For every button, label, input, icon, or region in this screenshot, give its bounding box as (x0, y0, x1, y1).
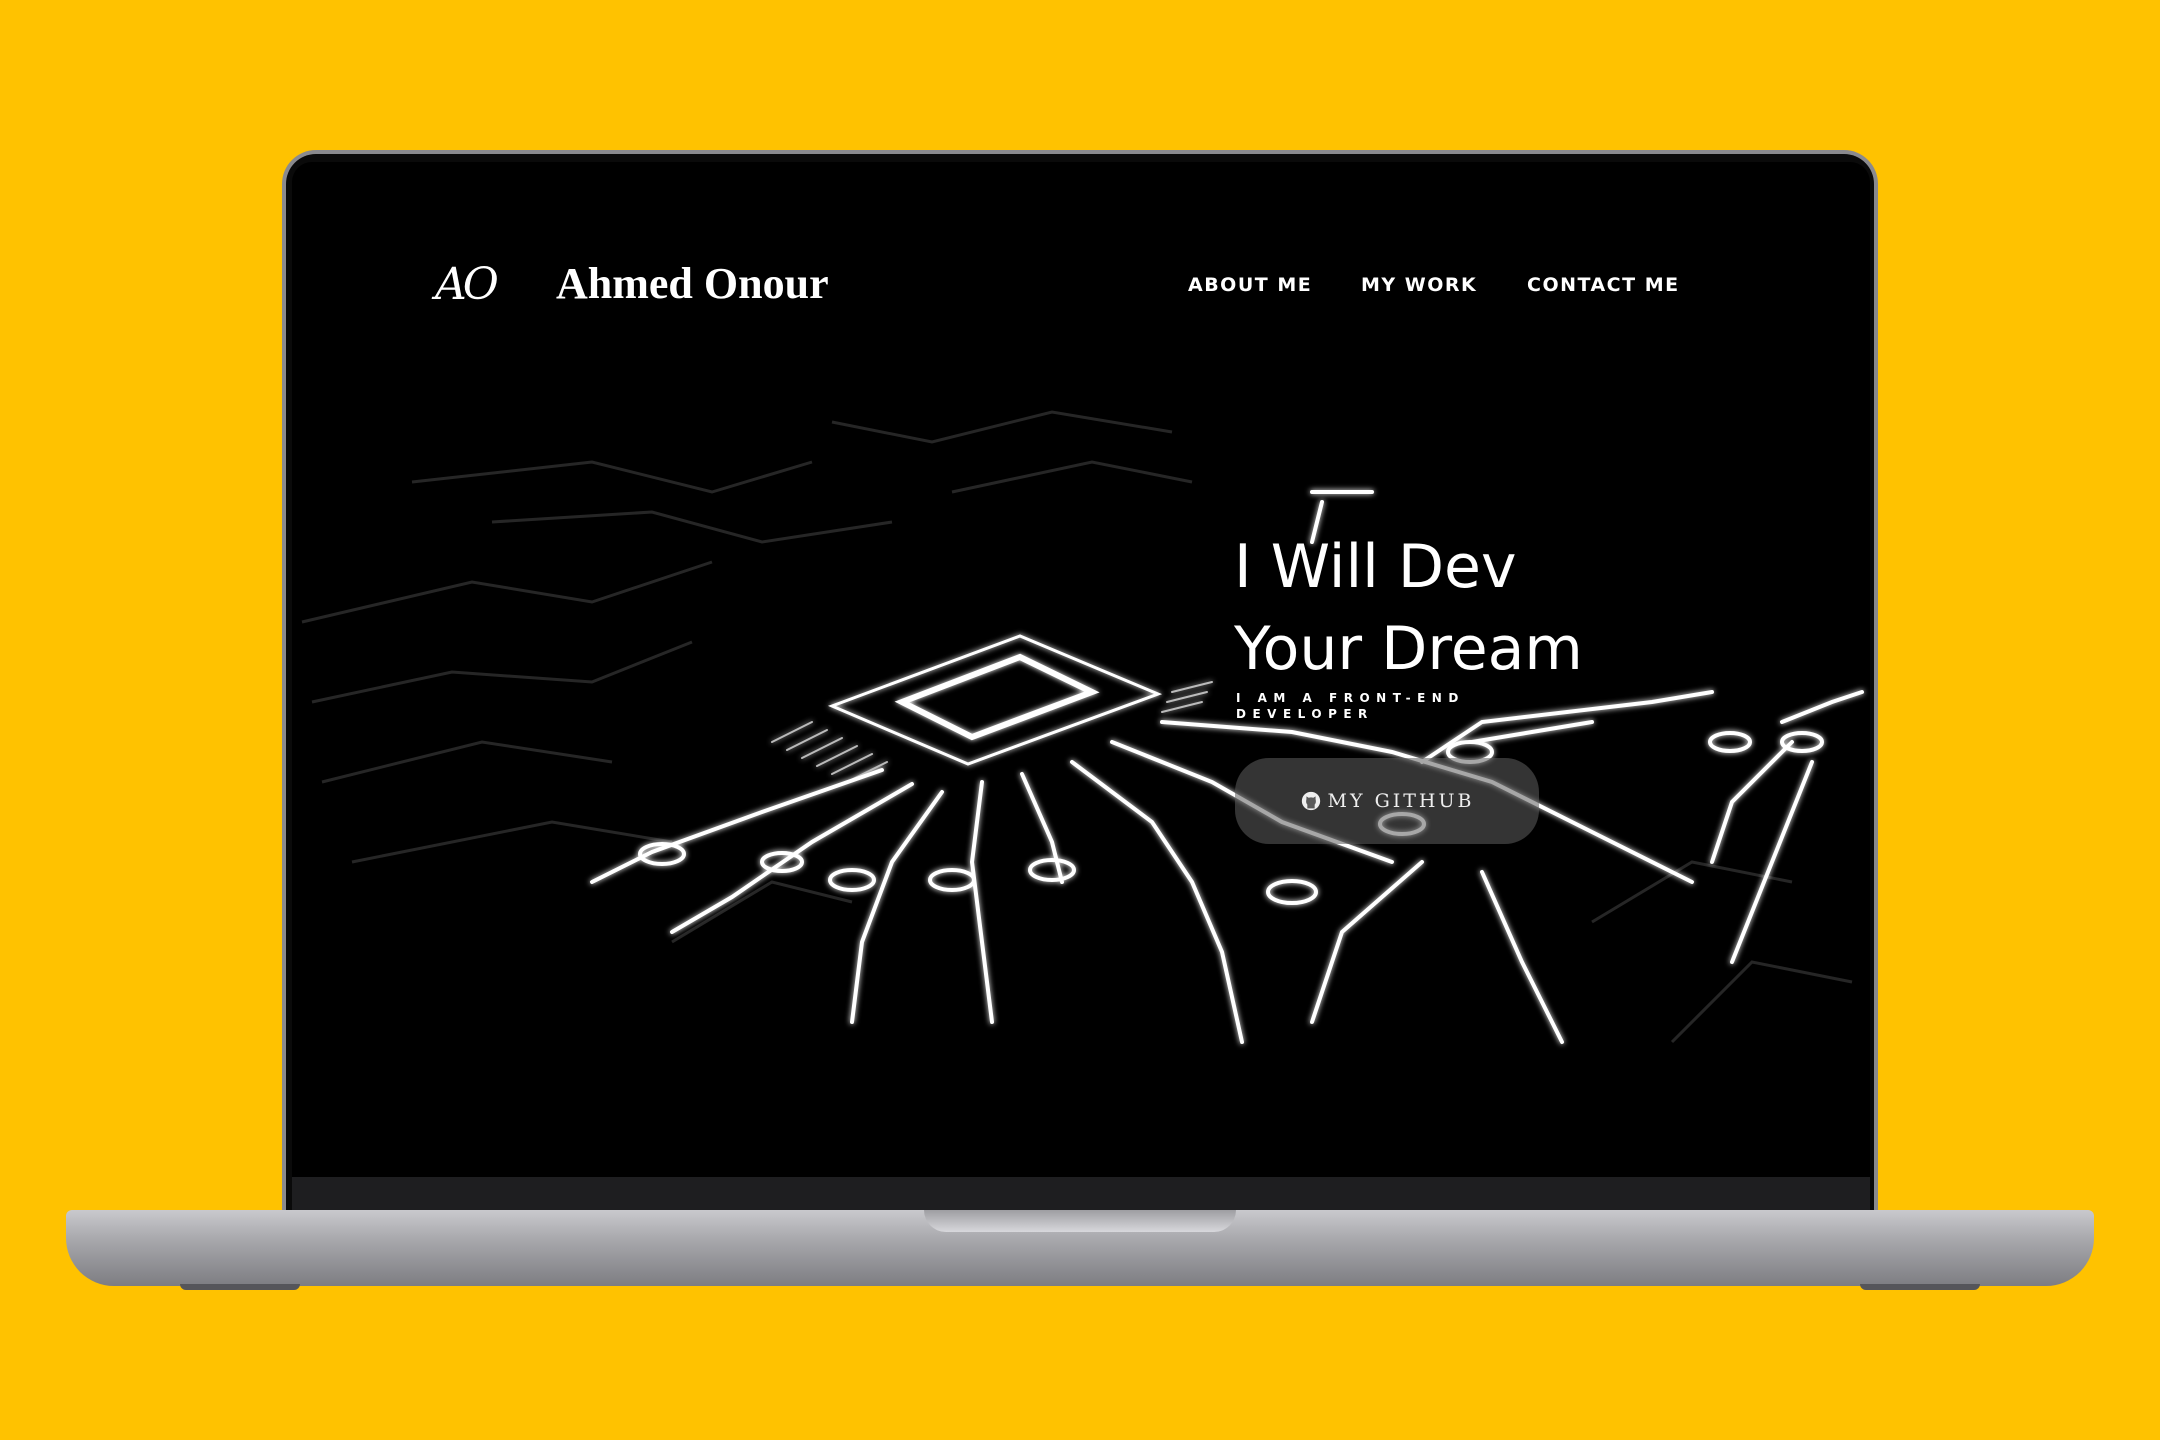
circuit-board-illustration (301, 410, 1864, 1044)
laptop-foot-right (1860, 1284, 1980, 1290)
main-nav: ABOUT ME MY WORK CONTACT ME (292, 274, 1870, 304)
hero-headline-line1: I Will Dev (1234, 532, 1517, 602)
github-button-label: MY GITHUB (1327, 790, 1475, 812)
nav-about-me[interactable]: ABOUT ME (1188, 274, 1312, 296)
laptop-mockup: AO Ahmed Onour ABOUT ME MY WORK CONTACT … (0, 0, 2160, 1440)
nav-my-work[interactable]: MY WORK (1361, 274, 1477, 296)
nav-contact-me[interactable]: CONTACT ME (1527, 274, 1680, 296)
hero-headline-line2: Your Dream (1234, 614, 1583, 684)
screen-bezel-bottom (292, 1177, 1870, 1210)
laptop-foot-left (180, 1284, 300, 1290)
website-screen: AO Ahmed Onour ABOUT ME MY WORK CONTACT … (292, 162, 1870, 1177)
github-icon (1301, 791, 1320, 811)
laptop-opening-notch (924, 1210, 1236, 1232)
github-button[interactable]: MY GITHUB (1235, 758, 1539, 844)
hero-subtitle: I AM A FRONT-END DEVELOPER (1236, 691, 1465, 721)
